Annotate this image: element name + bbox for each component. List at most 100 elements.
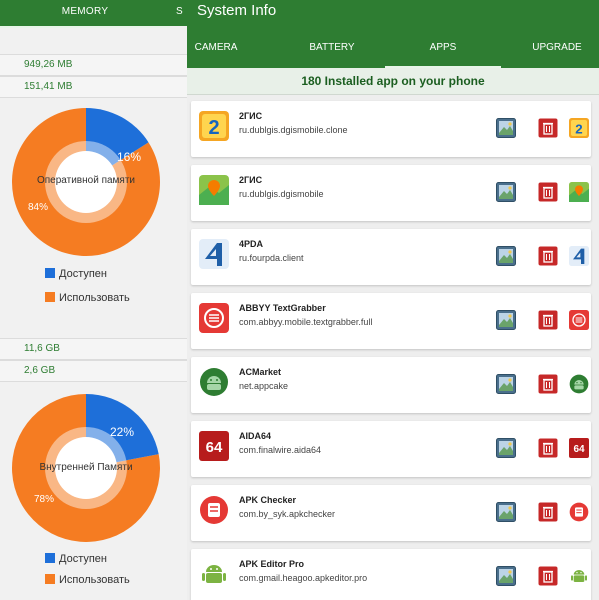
app-title: System Info	[197, 2, 277, 19]
uninstall-icon[interactable]	[538, 566, 558, 586]
app-package: net.appcake	[239, 381, 289, 391]
app-name: 2ГИС	[239, 111, 263, 121]
acmarket-android-icon-small[interactable]	[569, 374, 589, 394]
tab-battery[interactable]: BATTERY	[287, 42, 377, 66]
storage-donut-chart: 22% 78% Внутренней Памяти	[12, 394, 160, 542]
textgrabber-icon-small[interactable]	[569, 310, 589, 330]
app-card[interactable]: APK Editor Pro com.gmail.heagoo.apkeditor…	[191, 549, 591, 600]
app-card[interactable]: ACMarket net.appcake	[191, 357, 591, 413]
2gis-map-icon	[199, 175, 229, 205]
app-card[interactable]: 4PDA ru.fourpda.client	[191, 229, 591, 285]
app-name: ACMarket	[239, 367, 282, 377]
legend-available-label: Доступен	[59, 553, 108, 565]
app-info-icon[interactable]	[496, 502, 516, 522]
2gis-clone-icon: 2	[199, 111, 229, 141]
app-package: ru.fourpda.client	[239, 253, 304, 263]
installed-app-count: 180 Installed app on your phone	[187, 68, 599, 95]
storage-chart-label: Внутренней Памяти	[39, 462, 132, 473]
app-name: 2ГИС	[239, 175, 263, 185]
app-info-icon[interactable]	[496, 246, 516, 266]
app-package: com.abbyy.mobile.textgrabber.full	[239, 317, 373, 327]
app-info-icon[interactable]	[496, 182, 516, 202]
ram-total-value: 949,26 MB	[24, 59, 73, 70]
svg-text:2: 2	[208, 117, 219, 139]
app-card[interactable]: 64 AIDA64 com.finalwire.aida64 64	[191, 421, 591, 477]
tab-next-partial[interactable]: S	[176, 0, 187, 26]
uninstall-icon[interactable]	[538, 118, 558, 138]
app-name: AIDA64	[239, 431, 272, 441]
app-bar: System Info CAMERA BATTERY APPS UPGRADE	[187, 0, 599, 68]
app-info-icon[interactable]	[496, 438, 516, 458]
storage-free-value: 2,6 GB	[24, 365, 56, 376]
app-info-icon[interactable]	[496, 118, 516, 138]
2gis-map-icon-small[interactable]	[569, 182, 589, 202]
app-package: com.finalwire.aida64	[239, 445, 322, 455]
ram-free-value: 151,41 MB	[24, 81, 73, 92]
ram-donut-chart: 16% 84% Оперативной памяти	[12, 108, 160, 256]
app-package: com.gmail.heagoo.apkeditor.pro	[239, 573, 368, 583]
app-card[interactable]: ABBYY TextGrabber com.abbyy.mobile.textgr…	[191, 293, 591, 349]
uninstall-icon[interactable]	[538, 310, 558, 330]
app-package: ru.dublgis.dgismobile	[239, 189, 324, 199]
aida64-icon-small[interactable]: 64	[569, 438, 589, 458]
legend-used-label: Использовать	[59, 574, 130, 586]
aida64-icon: 64	[199, 431, 229, 461]
apk-checker-icon-small[interactable]	[569, 502, 589, 522]
ram-used-pct: 84%	[28, 202, 48, 213]
legend-swatch-available	[45, 268, 55, 278]
apk-editor-android-icon-small[interactable]	[569, 566, 589, 586]
2gis-clone-icon-small[interactable]: 2	[569, 118, 589, 138]
legend-used-label: Использовать	[59, 292, 130, 304]
ram-free-row: 151,41 MB	[0, 76, 187, 98]
ram-available-pct: 16%	[117, 150, 141, 164]
app-package: ru.dublgis.dgismobile.clone	[239, 125, 348, 135]
storage-available-pct: 22%	[110, 425, 134, 439]
app-name: APK Editor Pro	[239, 559, 305, 569]
app-name: ABBYY TextGrabber	[239, 303, 326, 313]
app-name: 4PDA	[239, 239, 264, 249]
app-info-icon[interactable]	[496, 566, 516, 586]
storage-used-pct: 78%	[34, 494, 54, 505]
svg-text:64: 64	[206, 439, 223, 456]
tab-memory[interactable]: MEMORY	[0, 0, 170, 28]
apk-checker-icon	[199, 495, 229, 525]
ram-chart-label: Оперативной памяти	[37, 175, 135, 186]
left-tab-bar: MEMORY S	[0, 0, 187, 28]
app-info-icon[interactable]	[496, 374, 516, 394]
app-name: APK Checker	[239, 495, 297, 505]
legend-swatch-used	[45, 574, 55, 584]
ram-legend-used: Использовать	[45, 292, 130, 304]
ram-total-row: 949,26 MB	[0, 54, 187, 76]
svg-text:64: 64	[573, 444, 585, 455]
acmarket-android-icon	[199, 367, 229, 397]
storage-total-row: 11,6 GB	[0, 338, 187, 360]
uninstall-icon[interactable]	[538, 182, 558, 202]
uninstall-icon[interactable]	[538, 374, 558, 394]
uninstall-icon[interactable]	[538, 246, 558, 266]
storage-legend-used: Использовать	[45, 574, 130, 586]
app-card[interactable]: APK Checker com.by_syk.apkchecker	[191, 485, 591, 541]
app-card[interactable]: 2 2ГИС ru.dublgis.dgismobile.clone 2	[191, 101, 591, 157]
tab-camera[interactable]: CAMERA	[187, 42, 245, 66]
svg-text:2: 2	[575, 121, 582, 136]
textgrabber-icon	[199, 303, 229, 333]
apk-editor-android-icon	[199, 559, 229, 589]
storage-total-value: 11,6 GB	[24, 343, 60, 354]
app-package: com.by_syk.apkchecker	[239, 509, 336, 519]
tab-upgrade[interactable]: UPGRADE	[517, 42, 597, 66]
storage-legend-available: Доступен	[45, 553, 107, 565]
legend-swatch-used	[45, 292, 55, 302]
app-info-icon[interactable]	[496, 310, 516, 330]
app-card[interactable]: 2ГИС ru.dublgis.dgismobile	[191, 165, 591, 221]
4pda-icon-small[interactable]	[569, 246, 589, 266]
apps-panel: System Info CAMERA BATTERY APPS UPGRADE …	[187, 0, 599, 600]
tab-apps[interactable]: APPS	[385, 42, 501, 68]
4pda-icon	[199, 239, 229, 269]
legend-swatch-available	[45, 553, 55, 563]
storage-free-row: 2,6 GB	[0, 360, 187, 382]
memory-panel: MEMORY S 949,26 MB 151,41 MB 16% 84% Опе…	[0, 0, 187, 600]
ram-legend-available: Доступен	[45, 268, 107, 280]
uninstall-icon[interactable]	[538, 502, 558, 522]
legend-available-label: Доступен	[59, 268, 108, 280]
uninstall-icon[interactable]	[538, 438, 558, 458]
